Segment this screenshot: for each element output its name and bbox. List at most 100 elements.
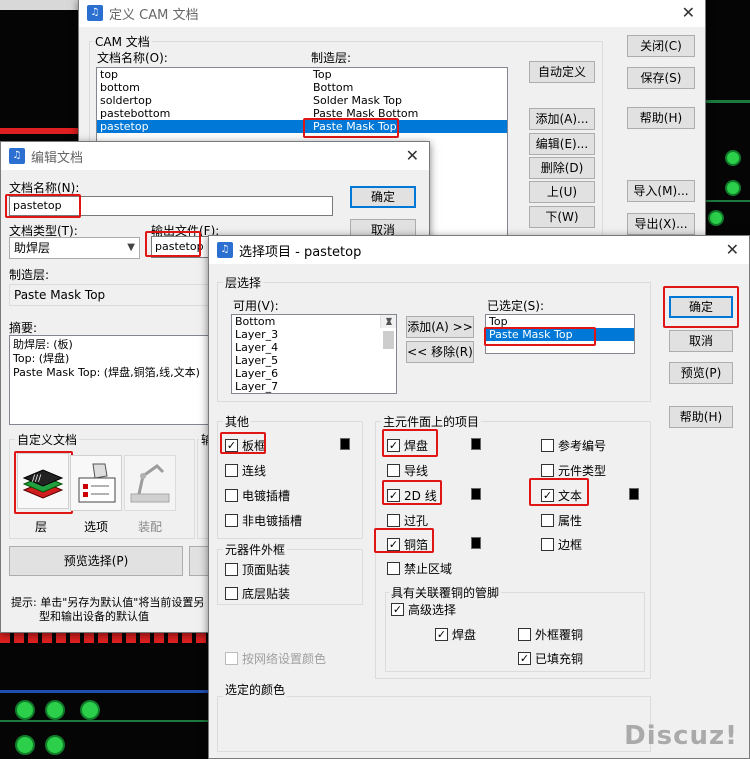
pcb-trace: [705, 200, 750, 202]
checkbox-box[interactable]: [387, 562, 400, 575]
options-icon-label: 选项: [84, 520, 109, 534]
summary-line: 助焊层: (板): [13, 338, 73, 351]
add-layer-button[interactable]: 添加(A) >>: [406, 316, 474, 338]
preview-selection-button[interactable]: 预览选择(P): [9, 546, 183, 576]
pcb-trace: [0, 690, 220, 693]
plated-slot-checkbox[interactable]: 电镀插槽: [225, 487, 290, 504]
trace-checkbox[interactable]: 导线: [387, 462, 428, 479]
chevron-down-icon[interactable]: ▼: [381, 315, 396, 328]
scrollbar[interactable]: ▲ ▼: [380, 315, 396, 349]
checkbox-box[interactable]: [387, 514, 400, 527]
checkbox-box[interactable]: [225, 464, 238, 477]
checkbox-box[interactable]: [225, 563, 238, 576]
list-item[interactable]: pastebottom Paste Mask Bottom: [97, 107, 507, 120]
attribute-checkbox[interactable]: 属性: [541, 512, 582, 529]
checkbox-box[interactable]: [225, 587, 238, 600]
cam-title-bar: ♫ 定义 CAM 文档 ✕: [79, 0, 705, 27]
available-list[interactable]: Bottom Layer_3 Layer_4 Layer_5 Layer_6 L…: [231, 314, 397, 394]
edit-title: 编辑文档: [31, 150, 84, 166]
other-group-label: 其他: [223, 413, 252, 430]
delete-button[interactable]: 删除(D): [529, 157, 595, 179]
highlight-box: [382, 480, 442, 505]
close-icon[interactable]: ✕: [726, 240, 739, 259]
list-item[interactable]: Layer_3: [232, 328, 396, 341]
checkbox-box[interactable]: ✓: [435, 628, 448, 641]
checkbox-label: 过孔: [404, 514, 429, 528]
pcb-via: [708, 210, 724, 226]
bottom-smd-checkbox[interactable]: 底层贴装: [225, 585, 290, 602]
pour-pad-checkbox[interactable]: ✓ 焊盘: [435, 626, 476, 643]
color-swatch[interactable]: [471, 537, 481, 549]
highlight-box: [529, 478, 589, 506]
list-item[interactable]: Layer_6: [232, 367, 396, 380]
checkbox-box[interactable]: ✓: [518, 652, 531, 665]
summary-label: 摘要:: [9, 321, 38, 335]
border-checkbox[interactable]: 边框: [541, 536, 582, 553]
connection-checkbox[interactable]: 连线: [225, 462, 266, 479]
list-item[interactable]: Layer_4: [232, 341, 396, 354]
checkbox-label: 底层贴装: [242, 587, 291, 601]
pcb-via: [725, 180, 741, 196]
checkbox-label: 已填充铜: [535, 652, 584, 666]
checkbox-box[interactable]: [518, 628, 531, 641]
color-swatch[interactable]: [340, 438, 350, 450]
ok-button[interactable]: 确定: [350, 186, 416, 208]
help-button[interactable]: 帮助(H): [627, 107, 695, 129]
doc-type-select[interactable]: 助焊层 ▼: [9, 237, 140, 259]
close-icon[interactable]: ✕: [406, 146, 419, 165]
checkbox-label: 顶面贴装: [242, 563, 291, 577]
checkbox-box[interactable]: ✓: [391, 603, 404, 616]
checkbox-box[interactable]: [541, 514, 554, 527]
save-button[interactable]: 保存(S): [627, 67, 695, 89]
refdes-checkbox[interactable]: 参考编号: [541, 437, 606, 454]
assembly-icon[interactable]: [124, 455, 176, 511]
via-checkbox[interactable]: 过孔: [387, 512, 428, 529]
color-swatch[interactable]: [629, 488, 639, 500]
color-swatch[interactable]: [471, 488, 481, 500]
scroll-thumb[interactable]: [383, 331, 394, 349]
checkbox-box[interactable]: [225, 489, 238, 502]
options-icon[interactable]: [70, 455, 122, 511]
keepout-checkbox[interactable]: 禁止区域: [387, 560, 452, 577]
checkbox-box[interactable]: [225, 514, 238, 527]
selected-color-group: [217, 696, 651, 752]
outline-pour-checkbox[interactable]: 外框覆铜: [518, 626, 583, 643]
add-button[interactable]: 添加(A)...: [529, 108, 595, 130]
down-button[interactable]: 下(W): [529, 206, 595, 228]
edit-button[interactable]: 编辑(E)...: [529, 133, 595, 155]
close-icon[interactable]: ✕: [682, 3, 695, 22]
up-button[interactable]: 上(U): [529, 181, 595, 203]
layer-field: Paste Mask Top: [9, 284, 214, 306]
nonplated-slot-checkbox[interactable]: 非电镀插槽: [225, 512, 302, 529]
list-item[interactable]: soldertop Solder Mask Top: [97, 94, 507, 107]
checkbox-box[interactable]: [387, 464, 400, 477]
export-button[interactable]: 导出(X)...: [627, 213, 695, 235]
checkbox-label: 按网络设置颜色: [242, 652, 327, 666]
highlight-box: [663, 286, 739, 328]
checkbox-box[interactable]: [541, 464, 554, 477]
list-item-selected[interactable]: pastetop Paste Mask Top: [97, 120, 507, 133]
filled-copper-checkbox[interactable]: ✓ 已填充铜: [518, 650, 583, 667]
preview-button[interactable]: 预览(P): [669, 362, 733, 384]
pcb-trace: [0, 720, 220, 722]
list-item[interactable]: Layer_5: [232, 354, 396, 367]
list-item[interactable]: Bottom: [232, 315, 396, 328]
list-item[interactable]: Layer_7: [232, 380, 396, 393]
close-button[interactable]: 关闭(C): [627, 35, 695, 57]
checkbox-box[interactable]: [541, 538, 554, 551]
list-item[interactable]: bottom Bottom: [97, 81, 507, 94]
remove-layer-button[interactable]: << 移除(R): [406, 341, 474, 363]
checkbox-label: 连线: [242, 464, 267, 478]
top-smd-checkbox[interactable]: 顶面贴装: [225, 561, 290, 578]
color-swatch[interactable]: [471, 438, 481, 450]
part-type-checkbox[interactable]: 元件类型: [541, 462, 606, 479]
auto-define-button[interactable]: 自动定义: [529, 61, 595, 83]
advanced-select-checkbox[interactable]: ✓ 高级选择: [391, 601, 456, 618]
edit-title-bar: ♫ 编辑文档 ✕: [1, 142, 429, 170]
cancel-button[interactable]: 取消: [669, 330, 733, 352]
import-button[interactable]: 导入(M)...: [627, 180, 695, 202]
list-item[interactable]: top Top: [97, 68, 507, 81]
hand-options-icon: [78, 463, 116, 503]
help-button[interactable]: 帮助(H): [669, 406, 733, 428]
checkbox-box[interactable]: [541, 439, 554, 452]
